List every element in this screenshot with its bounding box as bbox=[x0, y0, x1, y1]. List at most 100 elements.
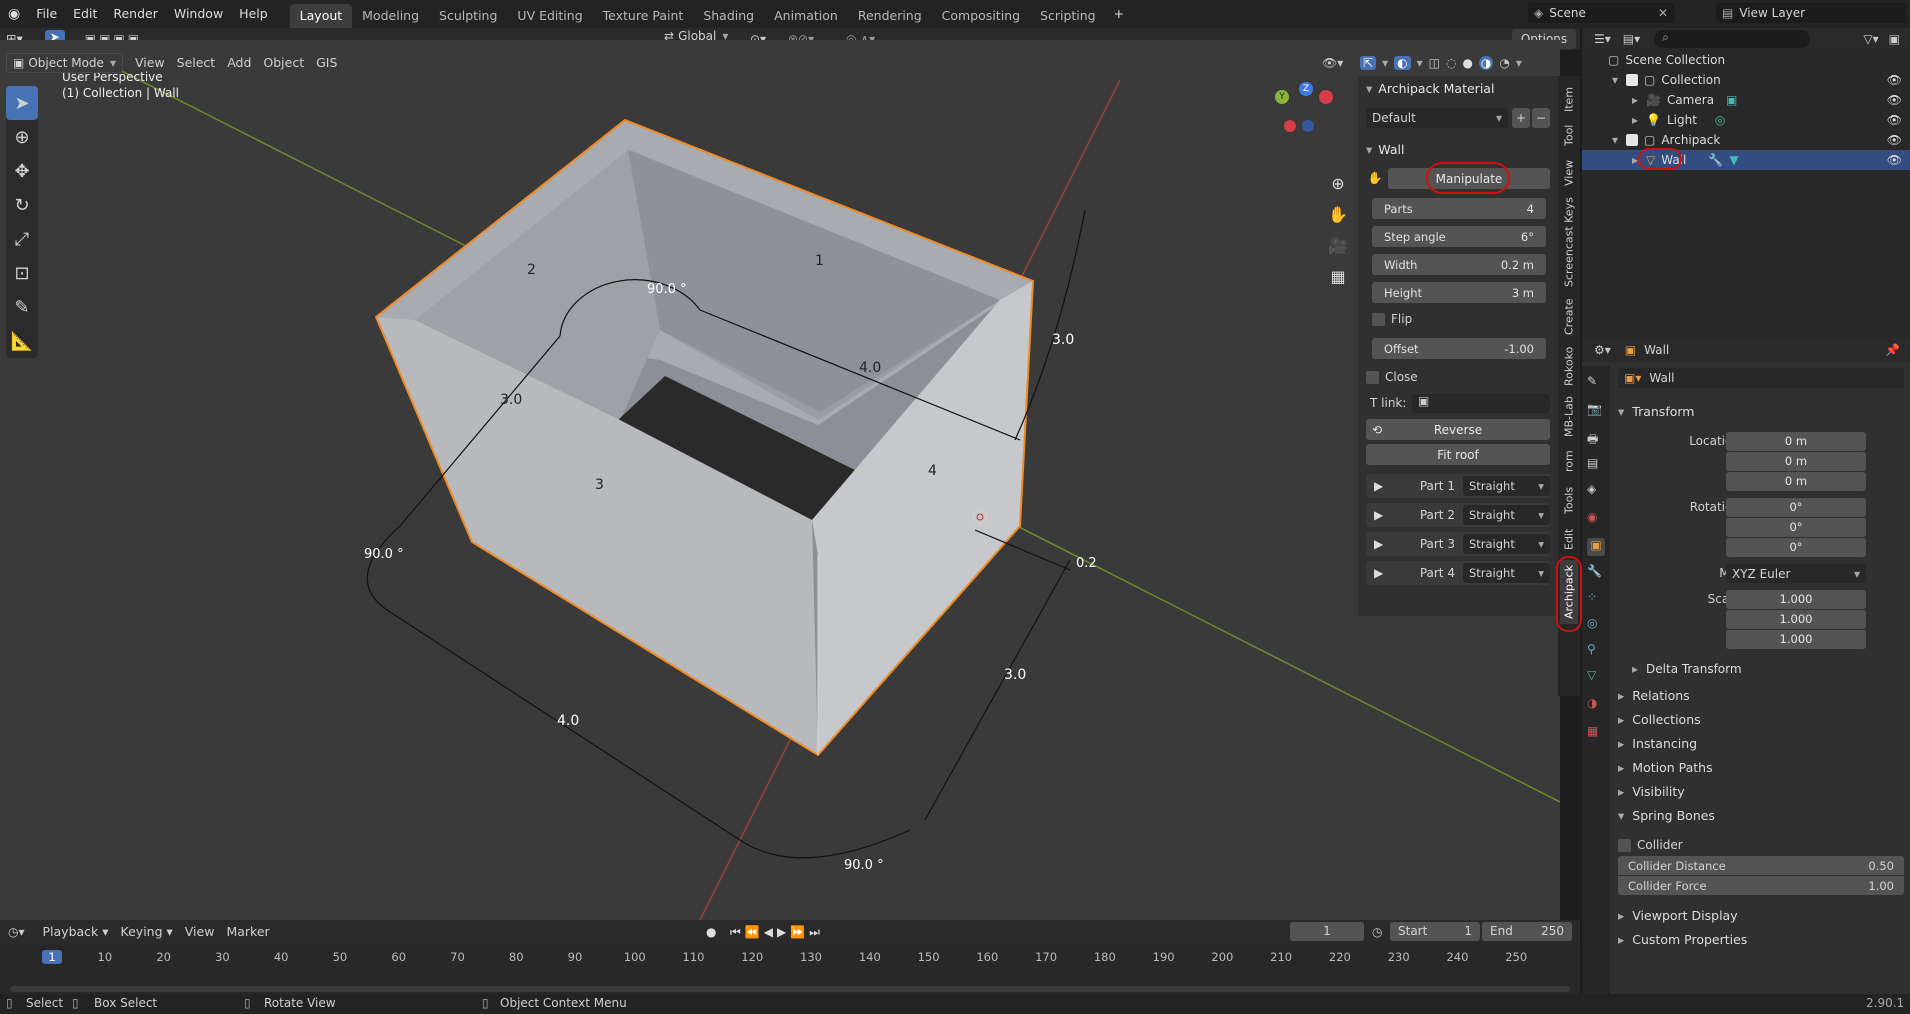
menu-select[interactable]: Select bbox=[171, 52, 222, 74]
transform-panel-header[interactable]: ▾ Transform bbox=[1610, 400, 1910, 422]
visibility-icon[interactable]: 👁 bbox=[1887, 93, 1902, 107]
display-mode-icon[interactable]: ▤▾ bbox=[1623, 32, 1640, 46]
3d-viewport[interactable]: User Perspective (1) Collection | Wall 1… bbox=[0, 40, 1560, 920]
z-axis-icon[interactable]: Z bbox=[1299, 82, 1313, 96]
record-icon[interactable]: ● bbox=[706, 925, 716, 939]
expand-icon[interactable]: ▶ bbox=[1374, 566, 1396, 580]
neg-z-icon[interactable] bbox=[1302, 120, 1314, 132]
tab-layout[interactable]: Layout bbox=[289, 4, 353, 28]
section-instancing[interactable]: ▸ Instancing bbox=[1610, 732, 1910, 754]
grid-icon[interactable]: ▦ bbox=[1325, 261, 1351, 292]
expand-icon[interactable]: ▶ bbox=[1374, 508, 1396, 522]
view-layer-selector[interactable]: ▤ View Layer bbox=[1716, 3, 1906, 23]
tab-uv-editing[interactable]: UV Editing bbox=[507, 4, 592, 28]
outliner-row-wall[interactable]: ▸ ▽ Wall 🔧 ▼ 👁 bbox=[1582, 148, 1910, 170]
transform-icon[interactable]: ⊡ bbox=[6, 256, 38, 290]
flip-checkbox[interactable]: Flip bbox=[1372, 312, 1412, 326]
object-name-field[interactable]: ▣▾ Wall bbox=[1618, 368, 1904, 388]
chevron-down-icon[interactable]: ▾ bbox=[1417, 56, 1423, 70]
end-frame-field[interactable]: End 250 bbox=[1482, 922, 1572, 941]
menu-help[interactable]: Help bbox=[231, 0, 276, 28]
tab-tools[interactable]: Tools bbox=[1560, 482, 1578, 518]
menu-render[interactable]: Render bbox=[105, 0, 166, 28]
data-tab-icon[interactable]: ▽ bbox=[1587, 668, 1605, 686]
tab-item[interactable]: Item bbox=[1560, 84, 1578, 114]
new-collection-icon[interactable]: ▣ bbox=[1889, 32, 1900, 46]
part-row[interactable]: ▶ Part 2 Straight ▾ bbox=[1366, 503, 1550, 527]
tab-modeling[interactable]: Modeling bbox=[352, 4, 429, 28]
xray-icon[interactable]: ◫ bbox=[1429, 56, 1440, 70]
part-row[interactable]: ▶ Part 4 Straight ▾ bbox=[1366, 561, 1550, 585]
cursor-icon[interactable]: ⊕ bbox=[6, 120, 38, 154]
rotation-x-field[interactable]: 0° bbox=[1726, 498, 1866, 517]
start-frame-field[interactable]: Start 1 bbox=[1390, 922, 1480, 941]
checkbox-icon[interactable] bbox=[1626, 74, 1638, 86]
tool-tab-icon[interactable]: ✎ bbox=[1587, 374, 1605, 392]
offset-field[interactable]: Offset -1.00 bbox=[1372, 338, 1546, 359]
tab-animation[interactable]: Animation bbox=[764, 4, 848, 28]
expand-icon[interactable]: ▾ bbox=[1612, 73, 1626, 87]
scale-icon[interactable]: ⤢ bbox=[6, 222, 38, 256]
visibility-icon[interactable]: 👁 bbox=[1887, 113, 1902, 127]
fit-roof-button[interactable]: Fit roof bbox=[1366, 444, 1550, 465]
outliner-editor-icon[interactable]: ☰▾ bbox=[1594, 32, 1611, 46]
rendered-shading-icon[interactable]: ◔ bbox=[1499, 56, 1509, 70]
part-row[interactable]: ▶ Part 1 Straight ▾ bbox=[1366, 474, 1550, 498]
blender-logo-icon[interactable]: ◉ bbox=[0, 0, 28, 28]
scale-y-field[interactable]: 1.000 bbox=[1726, 610, 1866, 629]
neg-x-icon[interactable] bbox=[1284, 120, 1296, 132]
timeline-view-menu[interactable]: View bbox=[179, 921, 221, 943]
stopwatch-icon[interactable]: ◷ bbox=[1372, 925, 1382, 939]
move-icon[interactable]: ✥ bbox=[6, 154, 38, 188]
clock-icon[interactable]: ◷▾ bbox=[8, 925, 25, 939]
chevron-down-icon[interactable]: ▾ bbox=[1516, 56, 1522, 70]
mode-selector[interactable]: ▣ Object Mode ▾ bbox=[6, 53, 123, 73]
material-tab-icon[interactable]: ◑ bbox=[1587, 696, 1605, 714]
tab-rom[interactable]: rom bbox=[1560, 446, 1578, 476]
width-field[interactable]: Width 0.2 m bbox=[1372, 254, 1546, 275]
current-frame-field[interactable]: 1 bbox=[1290, 922, 1364, 941]
tab-rendering[interactable]: Rendering bbox=[848, 4, 932, 28]
tlink-field[interactable]: ▣ bbox=[1412, 394, 1550, 413]
menu-add[interactable]: Add bbox=[221, 52, 257, 74]
tab-compositing[interactable]: Compositing bbox=[932, 4, 1030, 28]
timeline-ruler[interactable]: 1 10 20 30 40 50 60 70 80 90 100 110 120 130 140 150 160… bbox=[0, 950, 1580, 968]
filter-icon[interactable]: ▽▾ bbox=[1863, 32, 1878, 46]
camera-icon[interactable]: 🎥 bbox=[1325, 230, 1351, 261]
menu-edit[interactable]: Edit bbox=[65, 0, 105, 28]
tab-sculpting[interactable]: Sculpting bbox=[429, 4, 507, 28]
section-spring-bones[interactable]: ▾ Spring Bones bbox=[1610, 804, 1910, 826]
tab-scripting[interactable]: Scripting bbox=[1030, 4, 1106, 28]
tab-edit[interactable]: Edit bbox=[1560, 524, 1578, 554]
expand-icon[interactable]: ▸ bbox=[1632, 93, 1646, 107]
part-type-dropdown[interactable]: Straight ▾ bbox=[1462, 476, 1550, 496]
rotation-y-field[interactable]: 0° bbox=[1726, 518, 1866, 537]
expand-icon[interactable]: ▶ bbox=[1374, 479, 1396, 493]
add-workspace-icon[interactable]: + bbox=[1106, 0, 1132, 28]
scale-z-field[interactable]: 1.000 bbox=[1726, 630, 1866, 649]
collider-checkbox[interactable]: Collider bbox=[1618, 838, 1683, 852]
visibility-icon[interactable]: 👁 bbox=[1887, 133, 1902, 147]
tab-mb-lab[interactable]: MB-Lab bbox=[1560, 394, 1578, 440]
collider-force-field[interactable]: Collider Force 1.00 bbox=[1618, 876, 1904, 895]
chevron-down-icon[interactable]: ▾ bbox=[1382, 56, 1388, 70]
playback-menu[interactable]: Playback ▾ bbox=[37, 921, 115, 943]
remove-material-button[interactable]: − bbox=[1532, 108, 1550, 128]
measure-icon[interactable]: 📐 bbox=[6, 324, 38, 358]
section-motion-paths[interactable]: ▸ Motion Paths bbox=[1610, 756, 1910, 778]
delta-transform-header[interactable]: ▸ Delta Transform bbox=[1610, 658, 1910, 680]
part-type-dropdown[interactable]: Straight ▾ bbox=[1462, 505, 1550, 525]
close-checkbox[interactable]: Close bbox=[1366, 370, 1418, 384]
reverse-button[interactable]: ⟲ Reverse bbox=[1366, 419, 1550, 440]
material-shading-icon[interactable]: ◑ bbox=[1478, 56, 1494, 70]
select-box-icon[interactable]: ➤ bbox=[6, 86, 38, 120]
navigation-gizmo[interactable]: Y Z bbox=[1275, 82, 1335, 142]
outliner-row-light[interactable]: ▸ 💡 Light ◎ 👁 bbox=[1582, 110, 1910, 130]
y-axis-icon[interactable]: Y bbox=[1275, 90, 1289, 104]
wireframe-shading-icon[interactable]: ◌ bbox=[1446, 56, 1456, 70]
menu-gis[interactable]: GIS bbox=[310, 52, 343, 74]
step-angle-field[interactable]: Step angle 6° bbox=[1372, 226, 1546, 247]
expand-icon[interactable]: ▾ bbox=[1612, 133, 1626, 147]
add-material-button[interactable]: + bbox=[1512, 108, 1530, 128]
part-type-dropdown[interactable]: Straight ▾ bbox=[1462, 563, 1550, 583]
